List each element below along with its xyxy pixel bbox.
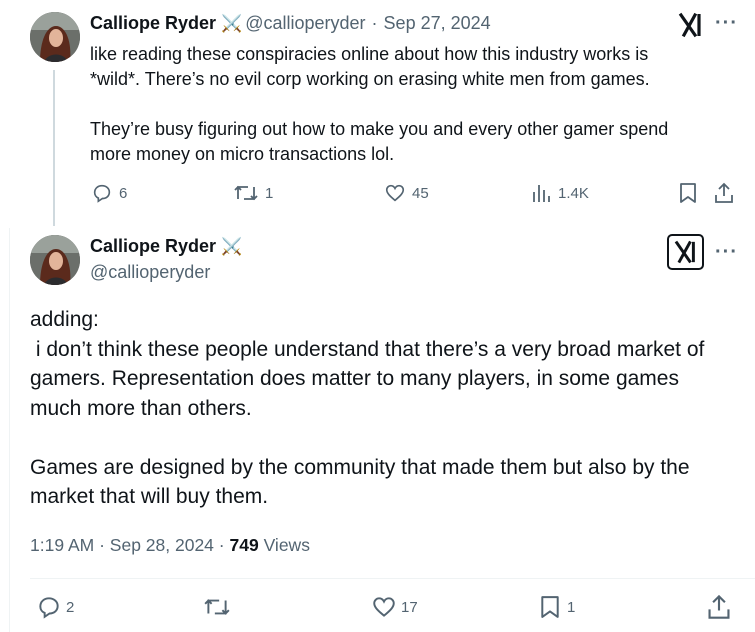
post-time[interactable]: 1:19 AM	[30, 535, 94, 555]
post-header: Calliope Ryder ⚔️ @callioperyder · Sep 2…	[90, 13, 491, 34]
like-button[interactable]: 45	[384, 182, 429, 204]
author-handle[interactable]: @callioperyder	[245, 13, 365, 34]
post-line: They’re busy figuring out how to make yo…	[90, 119, 669, 139]
post-text: like reading these conspiracies online a…	[90, 42, 730, 167]
like-icon	[385, 184, 405, 202]
share-button[interactable]	[713, 182, 735, 204]
avatar[interactable]	[30, 235, 80, 285]
views-label: Views	[263, 535, 310, 555]
repost-button[interactable]	[203, 594, 231, 620]
author-handle[interactable]: @callioperyder	[90, 262, 210, 283]
reply-button[interactable]: 6	[91, 182, 127, 204]
repost-icon	[204, 599, 230, 615]
post-line: adding:	[30, 308, 99, 331]
reply-icon	[39, 597, 59, 619]
post-date[interactable]: Sep 27, 2024	[384, 13, 491, 34]
views-button[interactable]: 1.4K	[532, 182, 589, 204]
repost-count: 1	[265, 184, 274, 202]
share-button[interactable]	[706, 594, 732, 620]
x-logo-icon	[678, 12, 704, 38]
repost-button[interactable]: 1	[233, 182, 273, 204]
bookmark-icon	[680, 183, 696, 203]
left-border	[9, 228, 10, 632]
post-line: like reading these conspiracies online a…	[90, 44, 649, 64]
author-name[interactable]: Calliope Ryder	[90, 236, 216, 257]
reply-icon	[93, 184, 111, 203]
crossed-swords-emoji: ⚔️	[221, 13, 243, 33]
reply-count: 2	[66, 598, 75, 616]
post-line: much more than others.	[30, 396, 252, 420]
x-logo-icon	[667, 234, 704, 270]
more-icon[interactable]: ···	[715, 13, 738, 33]
avatar[interactable]	[30, 12, 80, 62]
like-count: 45	[412, 184, 429, 202]
post-meta: 1:19 AM · Sep 28, 2024 · 749 Views	[30, 535, 310, 555]
views-icon	[533, 185, 550, 202]
more-icon[interactable]: ···	[715, 242, 738, 262]
post-date[interactable]: Sep 28, 2024	[110, 535, 214, 555]
share-icon	[708, 594, 730, 619]
bookmark-icon	[541, 596, 559, 618]
post-line: more money on micro transactions lol.	[90, 144, 395, 164]
bookmark-button[interactable]: 1	[539, 594, 575, 620]
reply-count: 6	[119, 184, 128, 202]
divider	[30, 578, 755, 579]
repost-icon	[234, 185, 258, 201]
post-line: *wild*. There’s no evil corp working on …	[90, 69, 650, 89]
like-icon	[373, 597, 395, 617]
share-icon	[715, 182, 733, 203]
author-name[interactable]: Calliope Ryder	[90, 13, 216, 34]
like-count: 17	[401, 598, 418, 616]
post-line: gamers. Representation does matter to ma…	[30, 367, 679, 390]
bookmark-count: 1	[567, 598, 576, 616]
post-text: adding: i don’t think these people under…	[30, 305, 750, 512]
reply-button[interactable]: 2	[36, 594, 74, 620]
post-line: i don’t think these people understand th…	[30, 337, 705, 361]
post-line: market that will buy them.	[30, 485, 269, 508]
separator: ·	[371, 13, 378, 33]
post-line: Games are designed by the community that…	[30, 455, 690, 479]
crossed-swords-emoji: ⚔️	[221, 236, 243, 256]
views-count: 749	[229, 535, 259, 555]
views-count: 1.4K	[558, 184, 589, 202]
post-header: Calliope Ryder ⚔️	[90, 236, 245, 257]
post-actions: 6 1 45 1.4K	[0, 182, 755, 208]
bookmark-button[interactable]	[678, 182, 698, 204]
like-button[interactable]: 17	[371, 594, 418, 620]
post-actions: 2 17 1	[0, 594, 755, 622]
